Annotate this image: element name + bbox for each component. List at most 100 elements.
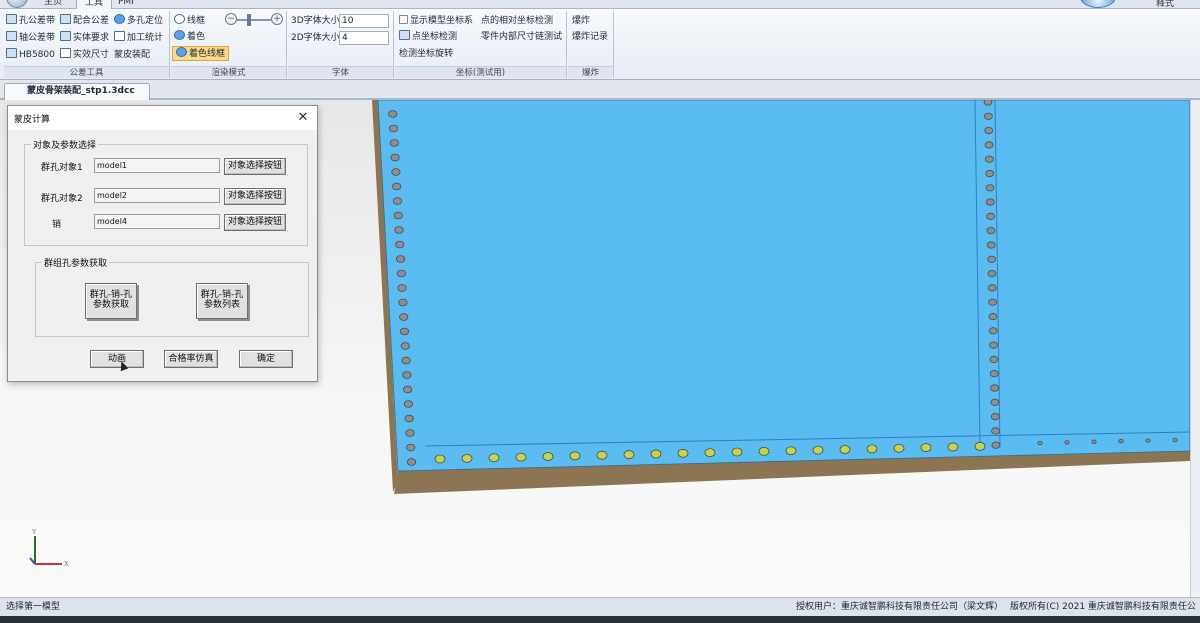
app-menu-icon[interactable] [6, 0, 28, 8]
hole [983, 100, 993, 106]
hole [987, 270, 997, 278]
hole [393, 211, 403, 220]
hole [406, 443, 416, 452]
multi-hole-position-button[interactable]: 多孔定位 [114, 14, 163, 29]
hole [984, 155, 994, 163]
style-menu[interactable]: 释式 [1156, 0, 1174, 9]
hb5800-icon [6, 48, 17, 58]
document-tab[interactable]: 蒙皮骨架装配_stp1.3dcc [4, 83, 150, 100]
dialog-titlebar[interactable]: 蒙皮计算 ✕ [8, 106, 317, 130]
group-explode: 爆炸 爆炸记录 爆炸 [568, 11, 614, 78]
pinned-hole [731, 447, 743, 457]
hole [397, 284, 407, 292]
dialog-title: 蒙皮计算 [14, 115, 51, 125]
hole [406, 458, 417, 466]
fit-tolerance-button[interactable]: 配合公差 [60, 14, 109, 29]
hole [985, 169, 995, 178]
pinned-hole [758, 446, 770, 456]
select-pin-button[interactable]: 对象选择按钮 [224, 214, 286, 231]
small-hole [1172, 437, 1178, 443]
explode-button[interactable]: 爆炸 [572, 14, 590, 29]
select-object1-button[interactable]: 对象选择按钮 [224, 158, 286, 175]
pin-object-field[interactable]: model4 [94, 214, 220, 229]
hole-tolerance-button[interactable]: 孔公差带 [6, 14, 55, 29]
hole-pin-param-acquire-button[interactable]: 群孔-销-孔 参数获取 [85, 283, 137, 319]
material-requirement-icon [60, 31, 71, 41]
viewport-vertical-scrollbar[interactable] [1190, 100, 1200, 597]
relative-coordinate-check-button[interactable]: 点的相对坐标检测 [481, 14, 553, 29]
pinned-hole [893, 443, 905, 453]
panel-face [377, 100, 1190, 472]
pinned-hole [839, 445, 851, 454]
group-hole-object2-field[interactable]: model2 [94, 188, 220, 203]
pinned-hole [812, 445, 824, 455]
tab-pmi[interactable]: PMI [110, 0, 142, 9]
hole [388, 124, 399, 133]
ribbon: 孔公差带 配合公差 多孔定位 轴公差带 实体要求 加工统计 HB5800 实效尺… [0, 9, 1200, 80]
font-3d-size-input[interactable]: 10 [339, 14, 389, 28]
zoom-out-icon[interactable]: − [225, 13, 237, 25]
hole [392, 182, 402, 191]
hole [987, 255, 997, 263]
zoom-in-icon[interactable]: + [271, 13, 283, 25]
group-font: 3D字体大小 10 2D字体大小 4 字体 [288, 11, 394, 78]
tab-home[interactable]: 主页 [36, 0, 70, 9]
hole [402, 371, 412, 379]
hole [405, 429, 415, 437]
hole [987, 284, 997, 292]
pinned-hole [515, 452, 527, 462]
virtual-size-button[interactable]: 实效尺寸 [60, 48, 109, 63]
group-tolerance-tools: 孔公差带 配合公差 多孔定位 轴公差带 实体要求 加工统计 HB5800 实效尺… [4, 11, 170, 78]
taskbar-strip [0, 616, 1200, 623]
status-message: 选择第一模型 [6, 602, 61, 612]
gear-icon [114, 14, 125, 24]
group-hole-object1-field[interactable]: model1 [94, 158, 220, 173]
material-requirement-button[interactable]: 实体要求 [60, 31, 109, 46]
hole [985, 198, 995, 206]
pinned-hole [920, 443, 932, 452]
hole [399, 327, 410, 336]
row3-label: 销 [52, 220, 62, 230]
hole [988, 327, 998, 335]
wireframe-button[interactable]: 线框 [174, 14, 205, 29]
machining-statistics-button[interactable]: 加工统计 [114, 31, 163, 46]
hole [984, 141, 994, 149]
hole [986, 241, 996, 249]
skin-assembly-button[interactable]: 蒙皮装配 [114, 48, 150, 63]
confirm-button[interactable]: 确定 [239, 350, 293, 368]
dimension-chain-test-button[interactable]: 零件内部尺寸链测试 [481, 30, 562, 45]
pass-rate-simulation-button[interactable]: 合格率仿真 [164, 350, 218, 368]
group-title-render: 渲染模式 [171, 66, 286, 78]
pinned-hole [461, 453, 473, 463]
point-coordinate-check-button[interactable]: 点坐标检测 [399, 30, 457, 45]
show-model-coordinate-toggle[interactable]: 显示模型坐标系 [399, 14, 473, 29]
hole-pin-param-list-button[interactable]: 群孔-销-孔 参数列表 [196, 283, 248, 319]
hole [400, 342, 410, 350]
shaft-tolerance-button[interactable]: 轴公差带 [6, 31, 55, 46]
hole [989, 341, 999, 349]
account-orb-icon[interactable] [1080, 0, 1116, 8]
transparency-slider-thumb[interactable] [246, 14, 251, 26]
license-user: 授权用户：重庆诚智鹏科技有限责任公司（梁文辉） [796, 602, 1004, 612]
shaded-button[interactable]: 着色 [174, 30, 205, 45]
small-hole [1064, 440, 1070, 445]
hb5800-button[interactable]: HB5800 [6, 48, 55, 63]
pinned-hole [650, 449, 662, 459]
hole [990, 398, 1000, 406]
transparency-slider-track[interactable] [237, 19, 271, 21]
eye-icon [114, 31, 125, 41]
tab-tools[interactable]: 工具 [76, 0, 113, 9]
coordinate-rotation-button[interactable]: 检测坐标旋转 [399, 47, 453, 62]
small-hole [1145, 438, 1151, 443]
select-object2-button[interactable]: 对象选择按钮 [224, 188, 286, 205]
animation-button[interactable]: 动画 [90, 350, 144, 368]
hole [990, 384, 999, 392]
font-2d-size-input[interactable]: 4 [339, 31, 389, 45]
shaded-icon [174, 30, 185, 40]
pinned-hole [434, 454, 446, 464]
hole [388, 110, 398, 118]
explode-record-button[interactable]: 爆炸记录 [572, 30, 608, 45]
close-icon[interactable]: ✕ [294, 109, 312, 127]
hole-param-group-title: 群组孔参数获取 [44, 259, 108, 269]
shaded-wireframe-button[interactable]: 着色线框 [172, 46, 230, 61]
